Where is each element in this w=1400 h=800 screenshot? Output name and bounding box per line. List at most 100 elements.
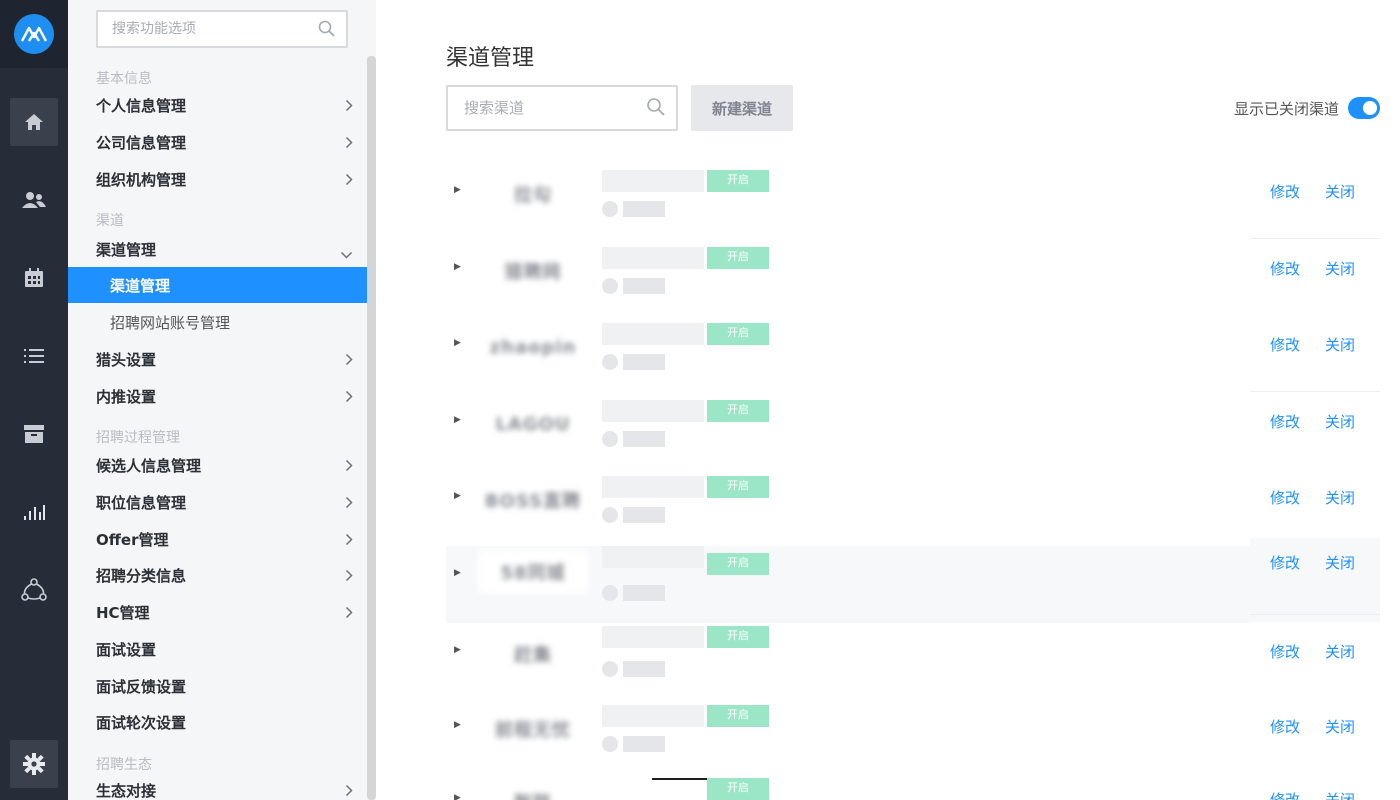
chevron-right-icon [345, 568, 353, 586]
nav-item-interview-settings[interactable]: 面试设置 [68, 631, 367, 667]
users-icon[interactable] [10, 176, 58, 224]
show-closed-toggle[interactable] [1348, 97, 1380, 119]
nav-item-channel-management[interactable]: 渠道管理 [68, 231, 367, 267]
channel-sub-placeholder [623, 661, 665, 677]
nav-item-label: 渠道管理 [110, 276, 171, 295]
chevron-right-icon [345, 135, 353, 153]
list-icon[interactable] [10, 332, 58, 380]
new-channel-button[interactable]: 新建渠道 [691, 85, 793, 131]
close-link[interactable]: 关闭 [1325, 334, 1355, 355]
expand-caret-icon[interactable]: ▶ [454, 568, 461, 578]
channel-dot [602, 201, 618, 217]
channel-logo: 拉勾 [514, 185, 552, 206]
row-actions: 修改 关闭 [1250, 162, 1380, 232]
channel-row: ▶ 智联 开启 修改 关闭 [446, 770, 1380, 800]
nav-item-headhunter-settings[interactable]: 猎头设置 [68, 341, 367, 377]
section-title-recruit-process: 招聘过程管理 [96, 430, 180, 446]
edit-link[interactable]: 修改 [1270, 641, 1300, 662]
home-icon[interactable] [10, 98, 58, 146]
nav-item-interview-feedback[interactable]: 面试反馈设置 [68, 668, 367, 704]
search-icon[interactable] [318, 20, 336, 42]
settings-gear-icon[interactable] [10, 740, 58, 788]
channel-row: ▶ zhaopin 开启 修改 关闭 [446, 315, 1380, 400]
archive-icon[interactable] [10, 410, 58, 458]
close-link[interactable]: 关闭 [1325, 789, 1355, 800]
channel-sub-placeholder [623, 201, 665, 217]
edit-link[interactable]: 修改 [1270, 789, 1300, 800]
nav-item-referral-settings[interactable]: 内推设置 [68, 378, 367, 414]
close-link[interactable]: 关闭 [1325, 716, 1355, 737]
close-link[interactable]: 关闭 [1325, 411, 1355, 432]
sidebar-scrollbar[interactable] [367, 56, 376, 800]
edit-link[interactable]: 修改 [1270, 552, 1300, 573]
nav-item-label: HC管理 [96, 603, 150, 622]
channel-name-placeholder [652, 778, 712, 780]
channel-logo: 前程无忧 [495, 720, 571, 741]
search-icon[interactable] [646, 97, 666, 121]
expand-caret-icon[interactable]: ▶ [454, 338, 461, 348]
nav-item-personal-info[interactable]: 个人信息管理 [68, 87, 367, 123]
nav-item-label: Offer管理 [96, 530, 169, 549]
channel-search [446, 85, 678, 131]
close-link[interactable]: 关闭 [1325, 258, 1355, 279]
close-link[interactable]: 关闭 [1325, 487, 1355, 508]
expand-caret-icon[interactable]: ▶ [454, 262, 461, 272]
nav-item-hc-management[interactable]: HC管理 [68, 594, 367, 630]
channel-name-placeholder [602, 626, 704, 648]
bar-chart-icon[interactable] [10, 488, 58, 536]
row-divider [1250, 614, 1380, 615]
status-badge: 开启 [707, 323, 769, 345]
status-badge: 开启 [707, 247, 769, 269]
nav-item-offer-management[interactable]: Offer管理 [68, 521, 367, 557]
nav-item-position-info[interactable]: 职位信息管理 [68, 484, 367, 520]
channel-name-placeholder [602, 476, 704, 498]
channel-logo: 赶集 [514, 645, 552, 666]
edit-link[interactable]: 修改 [1270, 258, 1300, 279]
app-logo[interactable] [0, 0, 68, 68]
channel-row: ▶ LAGOU 开启 修改 关闭 [446, 392, 1380, 477]
main-content: 渠道管理 新建渠道 显示已关闭渠道 ▶ 拉勾 开启 修改 关闭 ▶ 猎 [376, 0, 1400, 800]
nav-item-candidate-info[interactable]: 候选人信息管理 [68, 447, 367, 483]
expand-caret-icon[interactable]: ▶ [454, 720, 461, 730]
close-link[interactable]: 关闭 [1325, 641, 1355, 662]
row-actions: 修改 关闭 [1250, 315, 1380, 385]
channel-name-placeholder [602, 323, 704, 345]
channel-sub-placeholder [623, 431, 665, 447]
channel-row: ▶ 前程无忧 开启 修改 关闭 [446, 697, 1380, 782]
edit-link[interactable]: 修改 [1270, 181, 1300, 202]
icon-rail [0, 0, 68, 800]
nav-subitem-channel-management[interactable]: 渠道管理 [68, 267, 367, 303]
chevron-right-icon [345, 389, 353, 407]
nav-item-label: 渠道管理 [96, 240, 157, 259]
chevron-right-icon [345, 172, 353, 190]
nav-item-recruit-categories[interactable]: 招聘分类信息 [68, 557, 367, 593]
status-badge: 开启 [707, 626, 769, 648]
calendar-icon[interactable] [10, 254, 58, 302]
chevron-right-icon [345, 605, 353, 623]
channel-sub-placeholder [623, 354, 665, 370]
channel-search-input[interactable] [448, 87, 638, 129]
channel-name-placeholder [602, 400, 704, 422]
close-link[interactable]: 关闭 [1325, 181, 1355, 202]
sidebar-search-input[interactable] [98, 12, 308, 46]
edit-link[interactable]: 修改 [1270, 716, 1300, 737]
edit-link[interactable]: 修改 [1270, 411, 1300, 432]
nav-item-label: 面试反馈设置 [96, 677, 187, 696]
nav-item-org-structure[interactable]: 组织机构管理 [68, 161, 367, 197]
nav-subitem-recruit-site-accounts[interactable]: 招聘网站账号管理 [68, 304, 367, 340]
close-link[interactable]: 关闭 [1325, 552, 1355, 573]
nav-item-interview-rounds[interactable]: 面试轮次设置 [68, 704, 367, 740]
edit-link[interactable]: 修改 [1270, 334, 1300, 355]
nav-item-ecosystem-integration[interactable]: 生态对接 [68, 772, 367, 800]
expand-caret-icon[interactable]: ▶ [454, 793, 461, 800]
expand-caret-icon[interactable]: ▶ [454, 491, 461, 501]
expand-caret-icon[interactable]: ▶ [454, 185, 461, 195]
channel-sub-placeholder [623, 278, 665, 294]
edit-link[interactable]: 修改 [1270, 487, 1300, 508]
ecosystem-icon[interactable] [10, 566, 58, 614]
nav-item-label: 候选人信息管理 [96, 456, 202, 475]
expand-caret-icon[interactable]: ▶ [454, 415, 461, 425]
row-actions: 修改 关闭 [1250, 392, 1380, 462]
expand-caret-icon[interactable]: ▶ [454, 645, 461, 655]
nav-item-company-info[interactable]: 公司信息管理 [68, 124, 367, 160]
